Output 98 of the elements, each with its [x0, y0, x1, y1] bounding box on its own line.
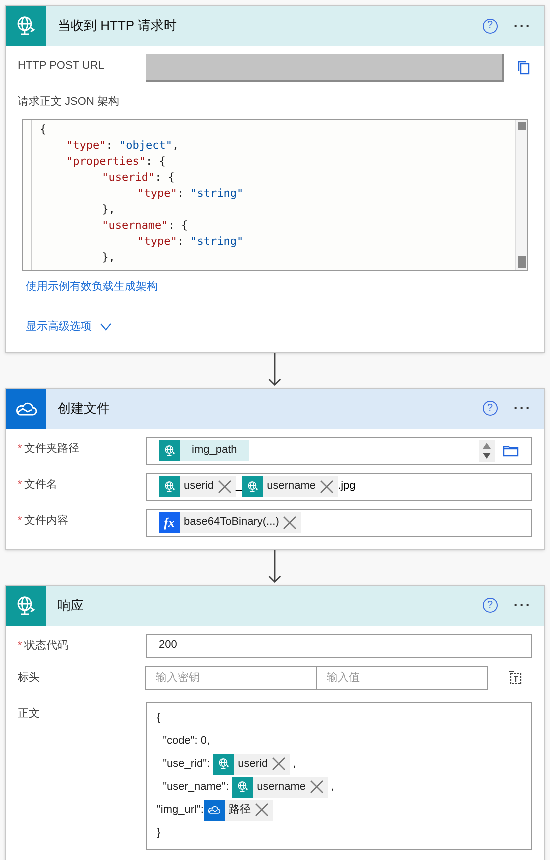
arrow-down-icon: [267, 352, 283, 388]
code-token: "username": [102, 218, 168, 234]
remove-icon[interactable]: [272, 757, 286, 771]
code-token: : {: [168, 218, 188, 234]
remove-icon[interactable]: [320, 480, 334, 494]
token-label: userid: [237, 756, 268, 772]
code-editor[interactable]: { "type": "object", "properties": { "userid": { "type": "string" }, "username": { "type": "string" },: [22, 118, 528, 270]
spin-buttons[interactable]: [479, 440, 495, 462]
card-header[interactable]: 响应 ? ···: [6, 586, 544, 626]
arrow-down-icon: [267, 550, 283, 584]
code-token: "type": [138, 234, 178, 250]
input-field[interactable]: img_path: [146, 436, 532, 464]
more-button[interactable]: ···: [514, 398, 532, 419]
globe-icon: [162, 444, 176, 458]
code-token: "userid": [102, 170, 156, 186]
code-token: :: [177, 234, 186, 250]
field-text: _: [236, 479, 242, 494]
field-label: 文件内容: [24, 514, 68, 528]
dynamic-content-token[interactable]: username: [242, 476, 338, 497]
function-tile: fx: [159, 512, 180, 533]
dynamic-content-token[interactable]: userid: [213, 754, 290, 774]
field-text: }: [157, 826, 161, 841]
card-title: 当收到 HTTP 请求时: [58, 17, 178, 36]
token-label: 路径: [228, 802, 251, 818]
required-mark: *: [18, 442, 22, 456]
dynamic-content-token[interactable]: 路径: [204, 800, 273, 820]
code-token: "properties": [66, 154, 146, 170]
remove-icon[interactable]: [218, 480, 232, 494]
more-button[interactable]: ···: [514, 16, 532, 36]
dynamic-content-token[interactable]: img_path: [159, 440, 250, 461]
card-header[interactable]: 创建文件 ? ···: [6, 388, 544, 428]
remove-icon[interactable]: [254, 803, 269, 817]
card-title: 创建文件: [58, 400, 111, 418]
token-label: username: [266, 479, 316, 494]
card-header[interactable]: 当收到 HTTP 请求时 ? ···: [6, 6, 544, 46]
input-field[interactable]: fx base64ToBinary(...): [146, 508, 532, 536]
input-field[interactable]: 输入值: [316, 666, 488, 690]
chevron-icon: [100, 323, 112, 332]
required-mark: *: [18, 478, 22, 492]
globe-icon: [216, 757, 231, 771]
input-field[interactable]: 输入密钥: [145, 666, 317, 690]
field-label: 请求正文 JSON 架构: [18, 94, 120, 110]
caret-up-icon[interactable]: [483, 442, 491, 448]
remove-icon[interactable]: [283, 516, 298, 530]
field-text: "use_rid":: [162, 756, 212, 772]
globe-icon: [246, 480, 260, 494]
text-mode-icon[interactable]: [508, 670, 524, 686]
field-text: "img_url":: [157, 802, 204, 818]
field-text: ,: [292, 756, 296, 772]
field-text: "user_name":: [162, 780, 230, 795]
code-token: },: [102, 250, 116, 266]
code-token: :: [177, 186, 186, 202]
field-label: HTTP POST URL: [18, 59, 104, 74]
required-mark: *: [18, 514, 22, 528]
input-field[interactable]: userid _ username .jpg: [146, 472, 532, 500]
field-label: 正文: [18, 706, 40, 722]
help-button[interactable]: ?: [482, 598, 498, 613]
code-token: :: [106, 138, 114, 154]
code-token: },: [102, 202, 116, 218]
field-text: ,: [330, 780, 334, 795]
dynamic-content-token[interactable]: username: [232, 776, 328, 798]
field-label: 文件夹路径: [24, 442, 80, 456]
code-token: "string": [190, 234, 244, 250]
field-text: "code": 0,: [162, 734, 210, 749]
code-token: "string": [190, 186, 244, 202]
token-label: username: [256, 780, 306, 795]
token-label: userid: [183, 479, 214, 494]
field-label: 状态代码: [24, 638, 68, 654]
field-text: {: [157, 710, 161, 726]
code-token: : {: [155, 170, 175, 186]
body-field[interactable]: { "code": 0, "use_rid": userid , "user_name": username , "img_url": 路径 }: [146, 702, 532, 850]
code-token: "object": [119, 138, 172, 154]
field-label: 标头: [18, 670, 40, 686]
globe-icon: [236, 780, 250, 794]
dynamic-content-token[interactable]: userid: [159, 476, 236, 497]
code-token: : {: [146, 154, 166, 170]
copy-icon[interactable]: [516, 60, 532, 76]
code-token: ,: [172, 138, 180, 154]
code-token: "type": [138, 186, 178, 202]
redacted-url-field[interactable]: [146, 54, 504, 82]
input-field[interactable]: 200: [146, 634, 532, 658]
token-label: base64ToBinary(...): [183, 515, 280, 530]
remove-icon[interactable]: [310, 780, 324, 794]
dynamic-content-token[interactable]: fx base64ToBinary(...): [159, 512, 302, 533]
code-token: {: [40, 122, 47, 138]
field-label: 文件名: [24, 478, 58, 492]
advanced-options-toggle[interactable]: 显示高级选项: [26, 319, 112, 336]
help-button[interactable]: ?: [482, 401, 498, 416]
card-title: 响应: [58, 596, 85, 615]
more-button[interactable]: ···: [514, 595, 532, 616]
required-mark: *: [18, 638, 22, 654]
field-text: .jpg: [338, 479, 356, 494]
generate-schema-link[interactable]: 使用示例有效负载生成架构: [26, 278, 158, 295]
code-token: "type": [66, 138, 106, 154]
help-button[interactable]: ?: [482, 18, 498, 34]
globe-icon: [162, 480, 176, 494]
token-label: img_path: [191, 443, 238, 458]
caret-down-icon[interactable]: [483, 452, 491, 458]
